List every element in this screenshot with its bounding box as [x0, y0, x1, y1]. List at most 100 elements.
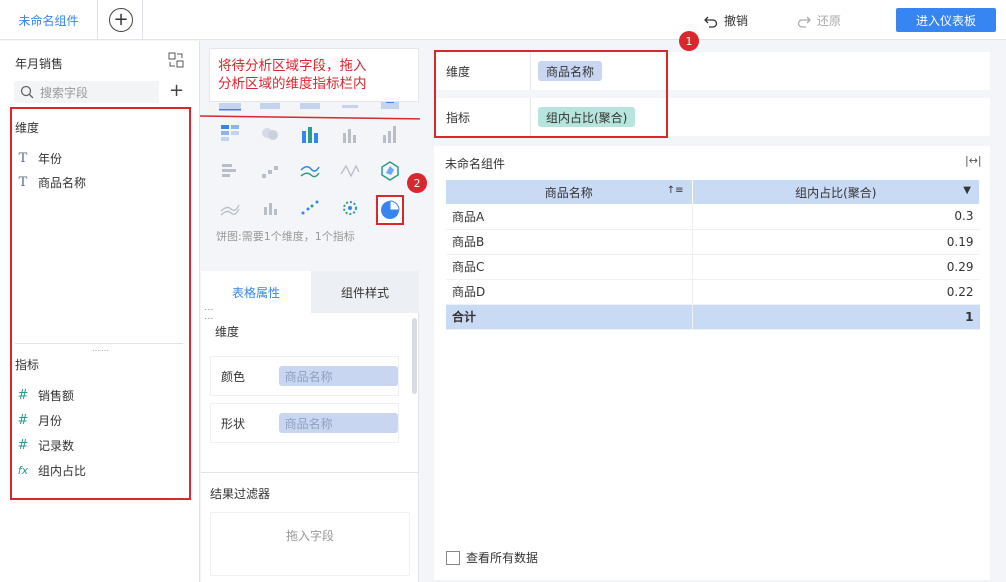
table-cell: 0.3 — [691, 204, 980, 230]
field-item-record-count[interactable]: # 记录数 — [16, 437, 74, 454]
prop-field-chip[interactable]: 商品名称 — [278, 366, 398, 386]
add-tab-button[interactable]: + — [109, 8, 133, 32]
table-cell: 0.22 — [691, 279, 980, 305]
table-cell: 0.19 — [691, 229, 980, 255]
table-row: 商品D 0.22 — [446, 279, 980, 305]
props-scrollbar[interactable] — [412, 318, 417, 394]
drag-arrow-icon — [200, 110, 436, 124]
column-header-label: 组内占比(聚合) — [795, 185, 877, 200]
search-input[interactable]: 搜索字段 — [14, 81, 159, 103]
result-table: 商品名称 ↑≡ 组内占比(聚合) ▼ 商品A 0.3 商品B 0.19 商品C … — [446, 180, 980, 330]
tab-divider — [142, 0, 143, 40]
radar-chart-icon[interactable] — [337, 158, 363, 184]
tab-component-style[interactable]: 组件样式 — [311, 271, 419, 313]
formula-field-icon: fx — [17, 464, 29, 477]
redo-icon — [797, 14, 811, 28]
multi-bar-icon[interactable] — [297, 121, 323, 147]
sort-icon[interactable]: ↑≡ — [667, 185, 684, 196]
filter-divider — [201, 472, 419, 473]
table-cell: 合计 — [446, 304, 692, 330]
table-total-row: 合计 1 — [446, 304, 980, 330]
result-filter-title: 结果过滤器 — [210, 487, 271, 501]
table-cell: 商品B — [446, 229, 692, 255]
callout-line: 分析区域的维度指标栏内 — [218, 76, 367, 92]
field-label: 月份 — [38, 414, 63, 428]
column-header-product-name[interactable]: 商品名称 ↑≡ — [446, 180, 693, 204]
field-label: 组内占比 — [38, 464, 87, 478]
polygon-chart-icon[interactable] — [377, 158, 403, 184]
field-item-month[interactable]: # 月份 — [16, 412, 62, 429]
see-all-label: 查看所有数据 — [466, 551, 539, 565]
chart-requirement-hint: 饼图:需要1个维度，1个指标 — [216, 230, 355, 243]
table-row: 商品C 0.29 — [446, 254, 980, 280]
table-cell: 商品C — [446, 254, 692, 280]
resize-grip-icon[interactable]: ⋯⋯ — [92, 346, 110, 355]
line-chart-icon[interactable] — [297, 158, 323, 184]
area-chart-icon[interactable] — [217, 195, 243, 221]
field-label: 销售额 — [38, 389, 75, 403]
text-field-icon: T — [18, 151, 28, 166]
see-all-data-toggle[interactable]: 查看所有数据 — [446, 549, 538, 566]
prop-row-color[interactable]: 颜色 商品名称 — [210, 356, 399, 396]
table-row: 商品A 0.3 — [446, 204, 980, 230]
mini-bar-icon[interactable] — [257, 195, 283, 221]
field-item-group-ratio[interactable]: fx 组内占比 — [16, 462, 86, 479]
add-field-button[interactable]: + — [169, 82, 184, 100]
component-title: 未命名组件 — [445, 157, 506, 171]
tab-table-properties[interactable]: 表格属性 — [201, 271, 311, 313]
props-dimension-title: 维度 — [215, 325, 240, 339]
filter-drop-zone[interactable]: 拖入字段 — [210, 512, 410, 576]
redo-button[interactable]: 还原 — [797, 12, 841, 29]
search-placeholder: 搜索字段 — [40, 85, 89, 100]
text-field-icon: T — [18, 175, 28, 190]
table-row: 商品B 0.19 — [446, 229, 980, 255]
field-label: 商品名称 — [38, 176, 87, 190]
table-cell: 商品D — [446, 279, 692, 305]
number-field-icon: # — [17, 413, 29, 428]
redo-label: 还原 — [817, 14, 842, 28]
grouped-table-icon[interactable] — [217, 121, 243, 147]
section-divider — [15, 343, 183, 344]
undo-icon — [704, 14, 718, 28]
panel-resize-grip-icon[interactable]: ⋮⋮ — [203, 305, 213, 323]
switch-dataset-icon[interactable] — [168, 52, 184, 68]
heat-map-icon[interactable] — [257, 121, 283, 147]
search-icon — [20, 85, 34, 99]
column-header-group-ratio[interactable]: 组内占比(聚合) ▼ — [692, 180, 980, 204]
bubble-chart-icon[interactable] — [337, 195, 363, 221]
expand-width-icon[interactable]: |↔| — [965, 154, 982, 167]
see-all-checkbox[interactable] — [446, 550, 460, 565]
field-item-product-name[interactable]: T 商品名称 — [16, 174, 86, 191]
stacked-bar-icon[interactable] — [217, 158, 243, 184]
property-tabs: 表格属性 组件样式 — [201, 271, 419, 313]
step-badge-1: 1 — [679, 31, 699, 51]
measure-section-title: 指标 — [15, 358, 40, 372]
field-label: 年份 — [38, 152, 63, 166]
dimension-section-title: 维度 — [15, 121, 40, 135]
shelf-highlight — [434, 50, 668, 138]
step-badge-2: 2 — [407, 173, 427, 193]
number-field-icon: # — [17, 388, 29, 403]
column-chart-icon[interactable] — [377, 121, 403, 147]
table-cell: 1 — [691, 304, 980, 330]
dataset-name: 年月销售 — [15, 57, 64, 71]
number-field-icon: # — [17, 438, 29, 453]
table-cell: 0.29 — [691, 254, 980, 280]
prop-field-chip[interactable]: 商品名称 — [278, 413, 398, 433]
table-header-row: 商品名称 ↑≡ 组内占比(聚合) ▼ — [446, 180, 980, 204]
scatter-chart-icon[interactable] — [297, 195, 323, 221]
field-item-year[interactable]: T 年份 — [16, 150, 62, 167]
waterfall-icon[interactable] — [257, 158, 283, 184]
prop-label: 形状 — [221, 416, 246, 431]
undo-button[interactable]: 撤销 — [704, 12, 748, 29]
dropdown-caret-icon[interactable]: ▼ — [963, 185, 971, 196]
enter-dashboard-button[interactable]: 进入仪表板 — [896, 8, 996, 32]
prop-label: 颜色 — [221, 369, 246, 384]
bar-chart-icon[interactable] — [337, 121, 363, 147]
table-cell: 商品A — [446, 204, 692, 230]
field-item-sales[interactable]: # 销售额 — [16, 387, 74, 404]
callout-line: 将待分析区域字段，拖入 — [218, 58, 367, 74]
prop-row-shape[interactable]: 形状 商品名称 — [210, 403, 399, 443]
tab-component[interactable]: 未命名组件 — [0, 0, 98, 40]
pie-chart-icon[interactable] — [377, 197, 403, 223]
